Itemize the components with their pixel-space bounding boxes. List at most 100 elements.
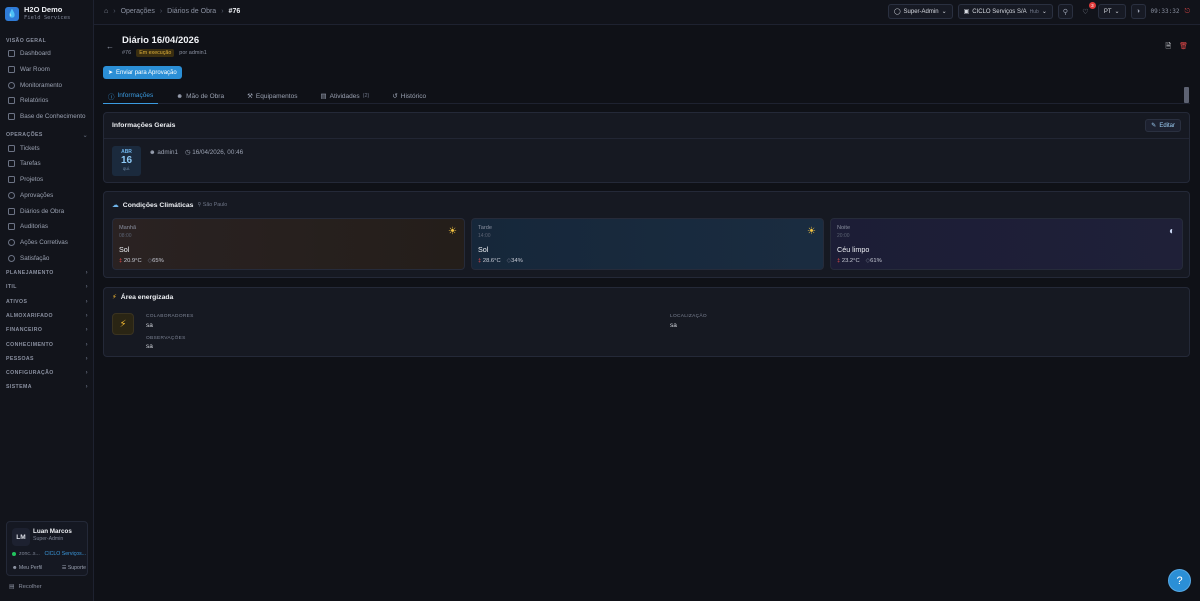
sidebar-item-satisfacao[interactable]: Satisfação (0, 250, 94, 266)
brand-name: H2O Demo (24, 5, 63, 14)
user-company-link[interactable]: CICLO Serviços... (44, 551, 86, 557)
chevron-down-icon: ⌄ (1041, 9, 1047, 15)
period-time: 08:00 (119, 233, 132, 239)
date-day: 16 (120, 155, 133, 166)
help-button[interactable]: ? (1168, 569, 1191, 592)
brand[interactable]: 💧 H2O Demo Field Services (5, 5, 70, 22)
breadcrumb-separator-icon: › (159, 8, 163, 15)
avatar[interactable]: LM (12, 528, 30, 546)
profile-link[interactable]: ☻ Meu Perfil (12, 565, 42, 571)
scrollbar-thumb[interactable] (1184, 87, 1189, 103)
tool-icon: ⚒ (247, 93, 253, 100)
chevron-right-icon: › (85, 370, 88, 377)
tab-historico[interactable]: ↺ Histórico (387, 88, 431, 104)
energized-area-card: ⚡ Área energizada ⚡ COLABORADORES sa LOC… (103, 287, 1190, 357)
collaborators-value: sa (146, 322, 153, 329)
period-time: 14:00 (478, 233, 491, 239)
weather-condition: Sol (119, 245, 130, 254)
period-label: Manhã (119, 225, 137, 231)
logout-icon[interactable]: ⎋ (1184, 8, 1190, 16)
tab-informacoes[interactable]: ⓘ Informações (103, 88, 159, 104)
pencil-icon: ✎ (1151, 123, 1157, 129)
sidebar-item-projetos[interactable]: Projetos (0, 172, 94, 188)
clock-icon: ◷ (185, 149, 191, 156)
sidebar-item-aprovacoes[interactable]: Aprovações (0, 188, 94, 204)
sidebar-item-acoes-corretivas[interactable]: Ações Corretivas (0, 235, 94, 251)
company-tag: Hub (1029, 8, 1039, 15)
smile-icon (8, 254, 15, 262)
section-operations[interactable]: OPERAÇÕES ⌄ (0, 130, 94, 140)
submit-approval-button[interactable]: ➤ Enviar para Aprovação (103, 66, 182, 79)
trash-icon[interactable]: 🗑 (1179, 42, 1188, 53)
back-arrow-icon[interactable]: ← (106, 42, 114, 51)
chevron-right-icon: › (85, 298, 88, 305)
weather-afternoon: Tarde 14:00 Sol ‡ 28.6°C ◇34% ☀ (471, 218, 824, 270)
tab-equipamentos[interactable]: ⚒ Equipamentos (242, 88, 302, 104)
group-almoxarifado[interactable]: ALMOXARIFADO › (0, 309, 94, 323)
sidebar-item-dashboard[interactable]: Dashboard (0, 46, 94, 62)
group-pessoas[interactable]: PESSOAS › (0, 352, 94, 366)
location-value: sa (670, 322, 677, 329)
search-button[interactable]: ⚲ (1057, 4, 1073, 19)
group-planejamento[interactable]: PLANEJAMENTO › (0, 266, 94, 280)
journal-icon (8, 207, 15, 215)
sidebar-item-diarios-obra[interactable]: Diários de Obra (0, 203, 94, 219)
weather-readings: ‡ 20.9°C ◇65% (119, 258, 164, 264)
sidebar-item-tarefas[interactable]: Tarefas (0, 156, 94, 172)
sidebar-item-tickets[interactable]: Tickets (0, 140, 94, 156)
support-icon: ☰ (61, 565, 67, 571)
chevron-right-icon: › (85, 384, 88, 391)
thermometer-icon: ‡ (837, 258, 841, 264)
breadcrumb-diarios[interactable]: Diários de Obra (167, 8, 216, 15)
sidebar-item-base-conhecimento[interactable]: Base de Conhecimento (0, 109, 94, 125)
brand-subtitle: Field Services (24, 15, 71, 21)
header-actions: 🗎 🗑 (1165, 42, 1188, 53)
notifications-button[interactable]: ♡ 3 (1078, 2, 1096, 19)
sidebar-item-auditorias[interactable]: Auditorias (0, 219, 94, 235)
chevron-right-icon: › (85, 341, 88, 348)
sidebar-item-war-room[interactable]: War Room (0, 62, 94, 78)
book-icon (8, 113, 15, 121)
online-dot-icon (12, 552, 16, 556)
home-icon[interactable]: ⌂ (104, 8, 108, 15)
tab-mao-de-obra[interactable]: ☻ Mão de Obra (171, 88, 229, 104)
language-selector[interactable]: PT ⌄ (1097, 4, 1126, 19)
group-sistema[interactable]: SISTEMA › (0, 380, 94, 394)
chevron-down-icon: ⌄ (941, 9, 947, 15)
chevron-down-icon: ⌄ (82, 132, 88, 139)
period-time: 20:00 (837, 233, 850, 239)
card-divider (104, 138, 1189, 139)
group-ativos[interactable]: ATIVOS › (0, 295, 94, 309)
sidebar-item-relatorios[interactable]: Relatórios (0, 93, 94, 109)
bell-icon: ♡ (1082, 8, 1089, 16)
section-overview: VISÃO GERAL (6, 38, 47, 44)
sidebar-nav: VISÃO GERAL Dashboard War Room Monitoram… (0, 36, 94, 395)
ticket-icon (8, 144, 15, 152)
period-label: Noite (837, 225, 851, 231)
group-financeiro[interactable]: FINANCEIRO › (0, 323, 94, 337)
general-info-title: Informações Gerais (112, 122, 176, 129)
pdf-icon[interactable]: 🗎 (1165, 42, 1171, 53)
check-circle-icon (8, 191, 15, 199)
tab-atividades[interactable]: ▤ Atividades (2) (315, 88, 374, 104)
edit-button[interactable]: ✎ Editar (1145, 119, 1181, 132)
breadcrumb-operacoes[interactable]: Operações (121, 8, 155, 15)
topbar: ⌂ › Operações › Diários de Obra › #76 ◯ … (94, 0, 1200, 25)
user-card: LM Luan Marcos Super-Admin zonc..s... CI… (6, 521, 88, 576)
sidebar-item-monitoramento[interactable]: Monitoramento (0, 77, 94, 93)
group-configuracao[interactable]: CONFIGURAÇÃO › (0, 366, 94, 380)
collapse-sidebar-button[interactable]: ▤ Recolher (9, 584, 42, 590)
role-selector[interactable]: ◯ Super-Admin ⌄ (887, 4, 953, 19)
chevron-right-icon: › (85, 355, 88, 362)
group-itil[interactable]: ITIL › (0, 280, 94, 294)
diary-meta: #76 Em execução por admin1 (122, 49, 207, 57)
folder-icon (8, 176, 15, 184)
chart-icon (8, 97, 15, 105)
theme-toggle[interactable]: ◑ (1130, 4, 1146, 19)
group-conhecimento[interactable]: CONHECIMENTO › (0, 337, 94, 351)
weather-condition: Céu limpo (837, 245, 870, 254)
water-drop-icon: 💧 (5, 6, 19, 21)
support-link[interactable]: ☰ Suporte (62, 565, 86, 571)
moon-icon: ◑ (1135, 8, 1141, 15)
company-selector[interactable]: ▣ CICLO Serviços S/A Hub ⌄ (957, 4, 1053, 19)
